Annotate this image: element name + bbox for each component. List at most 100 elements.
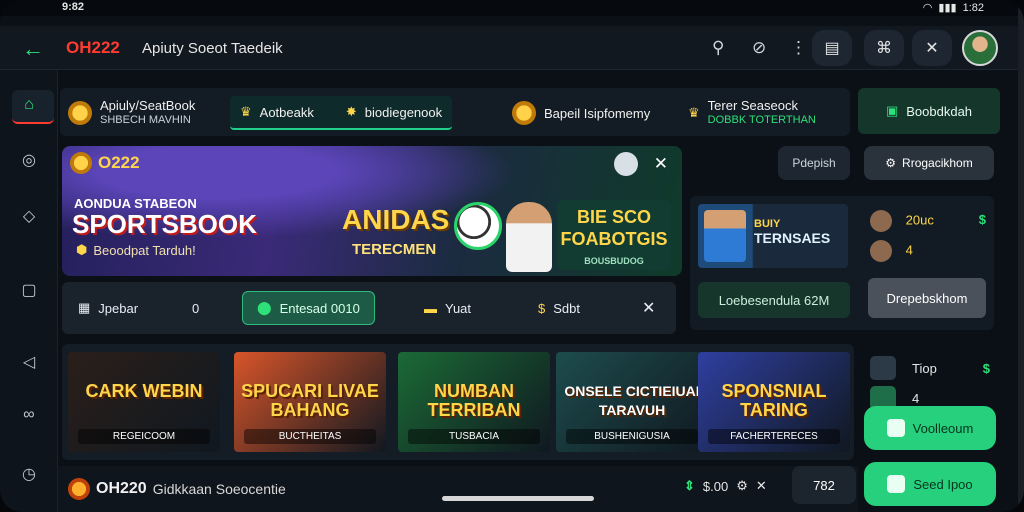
game-card[interactable]: CARK WEBIN REGEICOOM: [68, 352, 220, 452]
hero-badge: ANIDAS: [342, 204, 450, 235]
box-icon: ▦: [78, 300, 91, 315]
bottom-brand-name: OH220: [96, 480, 147, 497]
tab-seasons[interactable]: ♛ Terer Seaseock DOBBK TOTERTHAN: [688, 96, 816, 130]
link-icon[interactable]: ∞: [18, 406, 40, 428]
home-icon[interactable]: ⌂: [18, 96, 40, 118]
dollar-icon: $: [982, 360, 990, 376]
ticket-button[interactable]: ▤: [812, 30, 852, 66]
hero-tagline: ⬢ Beoodpat Tarduh!: [76, 242, 196, 258]
more-icon[interactable]: ⋮: [790, 38, 807, 58]
game-sub: REGEICOOM: [78, 429, 210, 444]
gear-icon[interactable]: ⚙: [736, 478, 748, 494]
filter-item[interactable]: ▦ Jpebar: [78, 291, 138, 325]
tab-sublabel: DOBBK TOTERTHAN: [707, 114, 816, 126]
updown-icon: ⇕: [684, 478, 695, 493]
hero-title: SPORTSBOOK: [72, 209, 257, 239]
status-icons: ◠ ▮▮▮ 1:82: [922, 1, 984, 15]
stat-value: 20uc: [905, 212, 934, 228]
bookmarks-button[interactable]: ▣ Boobdkdah: [858, 88, 1000, 134]
soccer-icon[interactable]: ◎: [18, 150, 40, 172]
tab-special[interactable]: Bapeil Isipfomemy: [512, 96, 650, 130]
status-bar: 9:82 ◠ ▮▮▮ 1:82: [0, 0, 1024, 16]
app-subtitle: Apiuty Soeot Taedeik: [142, 40, 283, 57]
coin-icon: [70, 152, 92, 174]
progress-button-label: Rrogacikhom: [902, 156, 973, 170]
tab-sportsbook[interactable]: Apiuly/SeatBook SHBECH MAVHIN: [68, 96, 195, 130]
chat-icon: [887, 475, 906, 493]
clock-icon[interactable]: ◷: [18, 464, 40, 486]
shield-icon[interactable]: ◇: [18, 206, 40, 228]
status-time: 9:82: [62, 1, 85, 13]
featured-card[interactable]: BUIY TERNSAES: [698, 204, 848, 268]
game-sub: BUSHENIGUSIA: [566, 429, 698, 444]
edit-icon: [886, 419, 905, 437]
hero-brand: O222: [98, 153, 140, 172]
coin-icon: [68, 101, 92, 125]
bottom-chip[interactable]: 782: [792, 466, 856, 504]
deposit-label: Loebesendula 62M: [718, 292, 830, 308]
list-label: 4: [912, 390, 920, 406]
tab-label: Apiuly/SeatBook: [100, 98, 196, 113]
featured-panel: BUIY TERNSAES 20uc 4 $ Loebesendula 62M …: [690, 196, 994, 330]
back-arrow-icon[interactable]: ←: [22, 36, 44, 62]
secondary-action-button[interactable]: Seed Ipoo: [864, 462, 996, 506]
hero-promo[interactable]: BIE SCO FOABOTGIS BOUSBUDOG: [557, 200, 671, 270]
user-avatar[interactable]: [962, 30, 998, 66]
wifi-icon: ◠: [922, 2, 933, 14]
tab-football[interactable]: ♛ Aotbeakk ✸ biodiegenook: [230, 96, 453, 130]
device-edge: [1018, 0, 1024, 512]
ticket-icon: ▤: [824, 40, 840, 57]
game-card[interactable]: SPUCARI LIVAE BAHANG BUCTHEITAS: [234, 352, 386, 452]
search-icon[interactable]: ⚲: [712, 38, 724, 58]
settings-button[interactable]: ✕: [912, 30, 952, 66]
hero-banner[interactable]: O222 AONDUA STABEON SPORTSBOOK ⬢ Beoodpa…: [62, 146, 682, 276]
compass-icon[interactable]: ⊘: [752, 38, 766, 58]
close-icon[interactable]: ✕: [642, 291, 655, 325]
filter-item[interactable]: ▬ Yuat: [424, 291, 471, 325]
primary-action-button[interactable]: Voolleoum: [864, 406, 996, 450]
close-icon[interactable]: ✕: [756, 478, 767, 494]
home-indicator[interactable]: [442, 496, 594, 501]
bookmark-icon[interactable]: ▢: [18, 280, 40, 302]
progress-button[interactable]: ⚙ Rrogacikhom: [864, 146, 994, 180]
ball-icon[interactable]: [614, 152, 638, 176]
game-sub: FACHERTERECES: [708, 429, 840, 444]
dollar-icon: $: [978, 212, 986, 227]
stat-row: 20uc: [870, 210, 934, 232]
filter-label: Yuat: [445, 300, 472, 316]
close-icon[interactable]: ✕: [654, 154, 668, 174]
filter-item-active[interactable]: ⬤ Entesad 0010: [242, 291, 375, 325]
bottom-bar: OH220 Gidkkaan Soeocentie ⇕ $.00 ⚙ ✕: [58, 466, 858, 512]
side-list: Tiop $ 4: [864, 350, 994, 410]
list-item[interactable]: Tiop $: [870, 356, 990, 380]
tab-label: Terer Seaseock: [707, 98, 798, 113]
withdraw-label: Drepebskhom: [886, 290, 968, 306]
secondary-button[interactable]: Pdepish: [778, 146, 850, 180]
hero-badge-sub: TERECMEN: [352, 241, 437, 258]
filter-item[interactable]: $ Sdbt: [538, 291, 580, 325]
withdraw-button[interactable]: Drepebskhom: [868, 278, 986, 318]
game-title: SPUCARI LIVAE BAHANG: [241, 381, 379, 420]
promo-sub: BOUSBUDOG: [584, 256, 644, 266]
player-image: [704, 210, 746, 262]
send-icon[interactable]: ◁: [18, 352, 40, 374]
filter-label: Jpebar: [98, 300, 139, 316]
filter-count[interactable]: 0: [192, 291, 199, 325]
player-image: [506, 202, 552, 272]
game-sub: BUCTHEITAS: [244, 429, 376, 444]
soccer-ball-image: [454, 202, 502, 250]
game-card[interactable]: SPONSNIAL TARING FACHERTERECES: [698, 352, 850, 452]
game-card[interactable]: NUMBAN TERRIBAN TUSBACIA: [398, 352, 550, 452]
game-card[interactable]: ONSELE CICTIEIUAI TARAVUH BUSHENIGUSIA: [556, 352, 708, 452]
game-title: NUMBAN TERRIBAN: [427, 381, 521, 420]
trophy-icon: ♛: [688, 105, 700, 120]
ball-icon: [870, 356, 896, 380]
gift-button[interactable]: ⌘: [864, 30, 904, 66]
gift-icon: ⌘: [876, 40, 892, 57]
deposit-button[interactable]: Loebesendula 62M: [698, 282, 850, 318]
settings-icon: ✕: [925, 40, 939, 57]
secondary-action-label: Seed Ipoo: [913, 476, 973, 492]
category-tabs: Apiuly/SeatBook SHBECH MAVHIN ♛ Aotbeakk…: [60, 88, 850, 136]
bookmarks-label: Boobdkdah: [906, 103, 973, 119]
tab-label: biodiegenook: [364, 104, 443, 120]
